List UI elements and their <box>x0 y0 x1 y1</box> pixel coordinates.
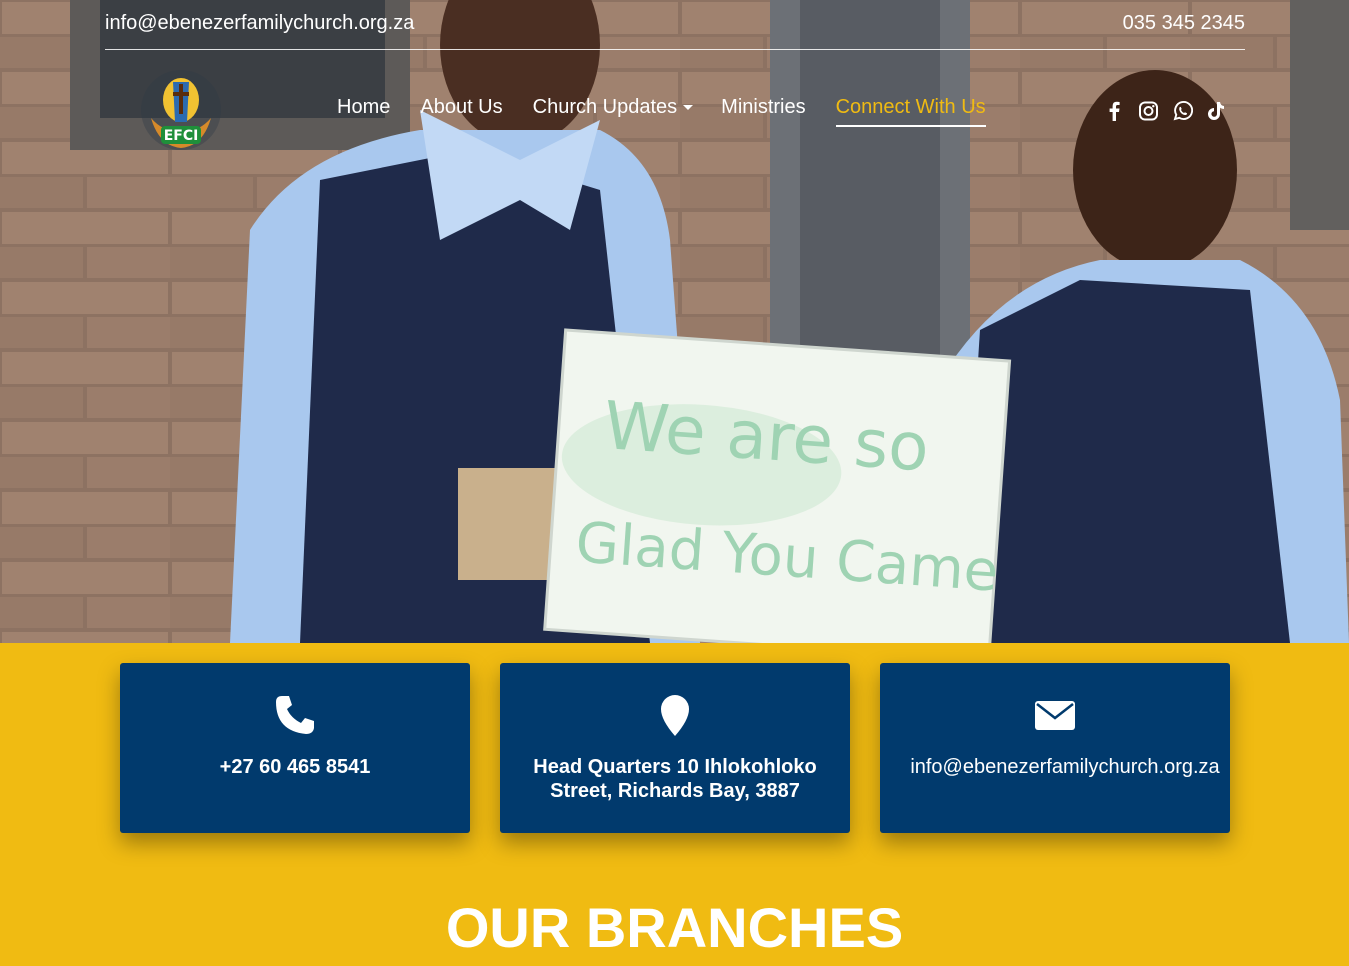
address-card-text: Head Quarters 10 Ihlokohloko Street, Ric… <box>533 756 817 802</box>
nav-about-us[interactable]: About Us <box>420 96 502 125</box>
phone-card-text: +27 60 465 8541 <box>219 756 371 778</box>
tiktok-icon[interactable] <box>1206 100 1227 122</box>
nav-ministries[interactable]: Ministries <box>721 96 805 125</box>
contact-cards: +27 60 465 8541 Head Quarters 10 Ihlokoh… <box>120 663 1230 833</box>
top-contact-bar: info@ebenezerfamilychurch.org.za 035 345… <box>105 0 1245 50</box>
main-nav: Home About Us Church Updates Ministries … <box>337 96 1016 127</box>
facebook-icon[interactable] <box>1104 100 1125 122</box>
nav-home[interactable]: Home <box>337 96 390 125</box>
hero-banner: We are so Glad You Came info@ebenezerfam… <box>0 0 1349 643</box>
logo-text: EFCI <box>164 128 199 144</box>
nav-connect-with-us[interactable]: Connect With Us <box>835 96 986 127</box>
topbar-email-link[interactable]: info@ebenezerfamilychurch.org.za <box>105 12 414 35</box>
address-card[interactable]: Head Quarters 10 Ihlokohloko Street, Ric… <box>500 663 850 833</box>
whatsapp-icon[interactable] <box>1172 100 1194 122</box>
phone-card[interactable]: +27 60 465 8541 <box>120 663 470 833</box>
social-links <box>1104 100 1227 122</box>
our-branches-heading: OUR BRANCHES <box>445 896 904 959</box>
instagram-icon[interactable] <box>1138 100 1159 122</box>
email-card-text: info@ebenezerfamilychurch.org.za <box>910 756 1220 778</box>
topbar-phone-link[interactable]: 035 345 2345 <box>1123 12 1245 35</box>
phone-icon <box>273 693 317 737</box>
location-pin-icon <box>653 693 697 737</box>
email-card[interactable]: info@ebenezerfamilychurch.org.za <box>880 663 1230 833</box>
church-logo[interactable]: EFCI <box>137 66 225 154</box>
envelope-icon <box>1033 693 1077 737</box>
nav-church-updates-dropdown[interactable]: Church Updates <box>533 96 694 125</box>
